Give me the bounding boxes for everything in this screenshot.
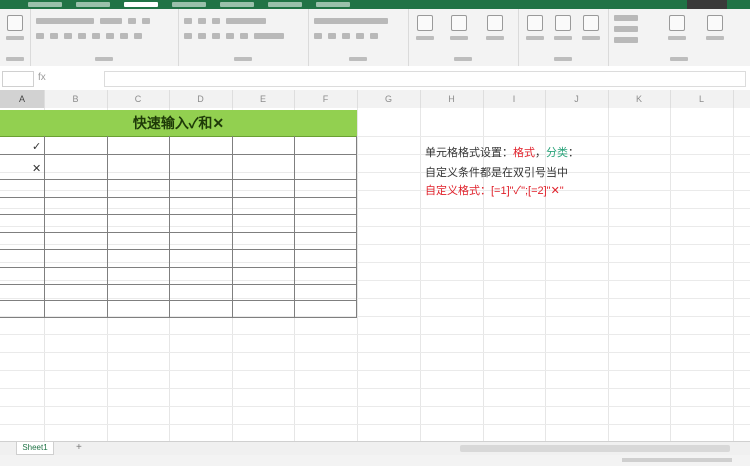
column-header-l[interactable]: L bbox=[670, 90, 734, 108]
clipboard-group bbox=[0, 9, 31, 66]
paste-icon bbox=[7, 15, 23, 31]
number-group bbox=[308, 9, 409, 66]
alignment-group bbox=[178, 9, 309, 66]
column-header-a[interactable]: A bbox=[0, 90, 45, 108]
find-select-button[interactable] bbox=[704, 15, 726, 45]
table-title[interactable]: 快速输入✓和✕ bbox=[0, 110, 357, 137]
ribbon-tab[interactable] bbox=[316, 2, 350, 7]
ribbon-tab[interactable] bbox=[268, 2, 302, 7]
column-header-j[interactable]: J bbox=[545, 90, 609, 108]
format-button[interactable] bbox=[580, 15, 602, 45]
title-bar bbox=[0, 0, 750, 9]
ribbon bbox=[0, 9, 750, 67]
ribbon-tab-home[interactable] bbox=[124, 2, 158, 7]
column-header-c[interactable]: C bbox=[107, 90, 170, 108]
ribbon-tabs bbox=[28, 0, 350, 9]
fx-icon[interactable]: fx bbox=[38, 72, 98, 84]
cross-mark-cell[interactable]: ✕ bbox=[32, 162, 41, 175]
column-header-e[interactable]: E bbox=[232, 90, 295, 108]
column-header-k[interactable]: K bbox=[608, 90, 671, 108]
cell-styles-button[interactable] bbox=[484, 15, 506, 45]
column-header-b[interactable]: B bbox=[44, 90, 108, 108]
conditional-format-button[interactable] bbox=[414, 15, 436, 45]
status-bar bbox=[0, 455, 750, 466]
formula-input[interactable] bbox=[104, 71, 746, 87]
delete-button[interactable] bbox=[552, 15, 574, 45]
sort-filter-button[interactable] bbox=[666, 15, 688, 45]
format-table-button[interactable] bbox=[448, 15, 470, 45]
ribbon-tab[interactable] bbox=[28, 2, 62, 7]
add-sheet-icon[interactable]: + bbox=[76, 443, 86, 453]
column-header-g[interactable]: G bbox=[357, 90, 421, 108]
note-line-1: 单元格格式设置：格式，分类： bbox=[425, 147, 579, 159]
editing-group bbox=[608, 9, 750, 66]
column-header-i[interactable]: I bbox=[483, 90, 546, 108]
ribbon-tab[interactable] bbox=[220, 2, 254, 7]
check-mark-cell[interactable]: ✓ bbox=[32, 140, 41, 153]
note-line-2: 自定义条件都是在双引号当中 bbox=[425, 167, 568, 179]
column-header-h[interactable]: H bbox=[420, 90, 484, 108]
paste-button[interactable] bbox=[4, 15, 26, 45]
styles-group bbox=[408, 9, 519, 66]
sheet-tab[interactable]: Sheet1 bbox=[16, 442, 54, 455]
name-box[interactable] bbox=[2, 71, 34, 87]
ribbon-tab[interactable] bbox=[172, 2, 206, 7]
cells-group bbox=[518, 9, 609, 66]
worksheet-grid[interactable] bbox=[0, 108, 750, 441]
font-group bbox=[30, 9, 179, 66]
formula-bar: fx bbox=[0, 66, 750, 91]
column-header-d[interactable]: D bbox=[169, 90, 233, 108]
note-line-3: 自定义格式：[=1]"✓";[=2]"✕" bbox=[425, 185, 564, 197]
ribbon-tab[interactable] bbox=[76, 2, 110, 7]
zoom-slider[interactable] bbox=[622, 458, 732, 462]
sheet-tab-bar: Sheet1 + bbox=[0, 441, 750, 456]
column-headers: A B C D E F G H I J K L bbox=[0, 90, 750, 109]
insert-button[interactable] bbox=[524, 15, 546, 45]
horizontal-scrollbar[interactable] bbox=[460, 445, 730, 452]
column-header-f[interactable]: F bbox=[294, 90, 358, 108]
